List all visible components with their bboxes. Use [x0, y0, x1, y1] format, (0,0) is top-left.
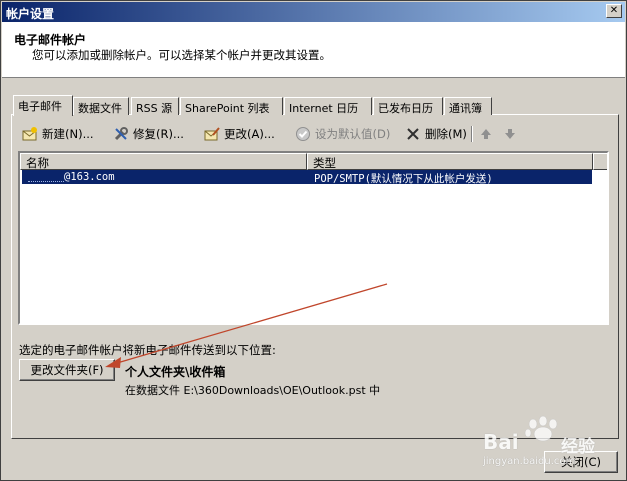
tab-email[interactable]: 电子邮件 [13, 95, 73, 116]
annotation-arrow [105, 283, 388, 368]
account-settings-window: 帐户设置 ✕ 电子邮件帐户 您可以添加或删除帐户。可以选择某个帐户并更改其设置。… [0, 0, 627, 481]
